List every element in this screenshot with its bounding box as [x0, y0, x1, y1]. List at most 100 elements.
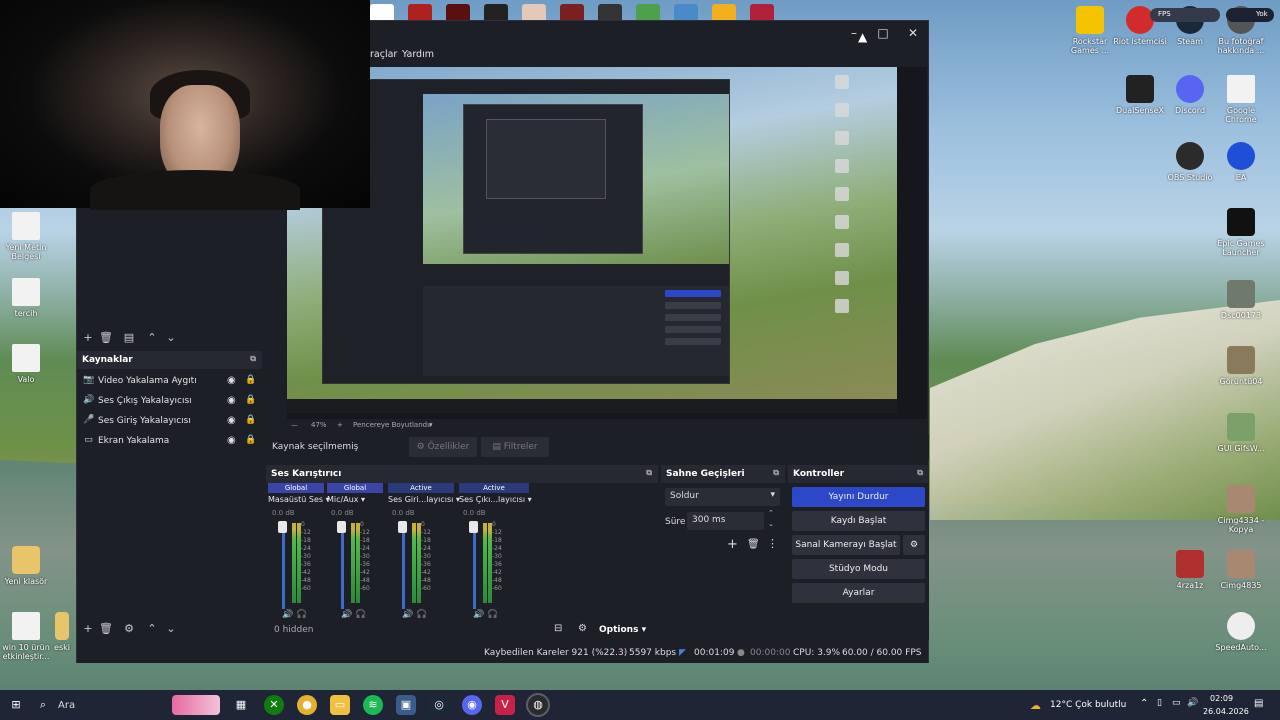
dock-float-icon[interactable]: ⧉ [917, 468, 923, 478]
remove-transition-icon[interactable]: 🗑 [747, 539, 760, 550]
desktop-icon-text-doc[interactable]: Yeni Metin Belgesi [0, 212, 54, 261]
desktop-icon-gui[interactable]: GUI GifsW... [1213, 413, 1269, 453]
desktop-icon-obs[interactable]: OBS Studio [1162, 142, 1218, 182]
dock-float-icon[interactable]: ⧉ [250, 354, 256, 364]
desktop-icon-rockstar[interactable]: Rockstar Games ... [1062, 6, 1118, 55]
more-options-icon[interactable]: ⋮ [767, 537, 778, 550]
add-source-icon[interactable]: + [80, 622, 96, 636]
start-virtual-camera-button[interactable]: Sanal Kamerayı Başlat [792, 535, 900, 555]
zoom-minus-icon[interactable]: — [291, 421, 298, 429]
studio-mode-button[interactable]: Stüdyo Modu [792, 559, 925, 579]
discord-icon[interactable]: ◉ [462, 695, 482, 715]
chrome-icon[interactable]: ● [297, 695, 317, 715]
taskbar-search[interactable]: Ara [58, 700, 75, 711]
dock-float-icon[interactable]: ⧉ [773, 468, 779, 478]
desktop-icon-speedauto[interactable]: SpeedAuto... [1213, 612, 1269, 652]
menu-tools[interactable]: raçlar [370, 49, 397, 60]
search-icon[interactable]: ⌕ [36, 695, 50, 715]
xbox-icon[interactable]: ✕ [264, 695, 284, 715]
move-up-icon[interactable]: ⌃ [144, 622, 160, 636]
desktop-icon-new-folder[interactable]: Yeni klasör [0, 546, 54, 586]
visibility-eye-icon[interactable]: ◉ [227, 395, 236, 406]
desktop-icon-eski[interactable]: eski [44, 612, 80, 652]
visibility-eye-icon[interactable]: ◉ [227, 415, 236, 426]
network-icon[interactable]: ▭ [1172, 698, 1181, 708]
move-up-icon[interactable]: ⌃ [144, 331, 160, 345]
volume-slider[interactable] [473, 523, 476, 609]
desktop-icon-dualsensex[interactable]: DualSenseX [1112, 75, 1168, 115]
visibility-eye-icon[interactable]: ◉ [227, 435, 236, 446]
desktop-icon-chrome[interactable]: Google Chrome [1213, 75, 1269, 124]
chevron-down-icon[interactable]: ▾ [429, 421, 433, 429]
zoom-plus-icon[interactable]: + [337, 421, 343, 429]
clock-time[interactable]: 02:09 [1210, 694, 1233, 703]
close-button[interactable]: ✕ [898, 21, 928, 45]
move-down-icon[interactable]: ⌄ [163, 331, 179, 345]
valorant-icon[interactable]: V [495, 695, 515, 715]
desktop-icon-discord[interactable]: Discord [1162, 75, 1218, 115]
duration-input[interactable]: 300 ms [687, 512, 764, 530]
lock-icon[interactable]: 🔒 [245, 395, 256, 405]
channel-name[interactable]: Ses Çıkı...layıcısı ▾ [459, 495, 532, 504]
preview-canvas[interactable] [287, 67, 927, 419]
desktop-icon-dsc[interactable]: Dsc00173 [1213, 280, 1269, 320]
volume-knob[interactable] [398, 521, 407, 533]
stepper-down-icon[interactable]: ⌄ [768, 520, 774, 528]
volume-icon[interactable]: 🔊 [1187, 698, 1198, 708]
add-scene-icon[interactable]: + [80, 331, 96, 345]
channel-name[interactable]: Ses Giri...layıcısı ▾ [388, 495, 460, 504]
desktop-icon-goruntu[interactable]: Görüntü04 [1213, 346, 1269, 386]
advanced-audio-gear-icon[interactable]: ⚙ [578, 623, 587, 634]
scale-mode-select[interactable]: Pencereye Boyutlandır [353, 421, 432, 429]
lock-icon[interactable]: 🔒 [245, 375, 256, 385]
windows-start-icon[interactable]: ⊞ [6, 695, 26, 715]
properties-button[interactable]: ⚙ Özellikler [409, 437, 477, 457]
desktop-icon-cimg4334[interactable]: Cimg4334 - Kopya [1213, 485, 1269, 534]
desktop-icon-ea[interactable]: EA [1213, 142, 1269, 182]
source-properties-gear-icon[interactable]: ⚙ [121, 622, 137, 636]
mixer-layout-icon[interactable]: ⊟ [554, 623, 562, 634]
maximize-button[interactable]: □ [868, 21, 898, 45]
source-item[interactable]: ▭ Ekran Yakalama ◉ 🔒 [77, 431, 262, 451]
source-item[interactable]: 📷 Video Yakalama Aygıtı ◉ 🔒 [77, 371, 262, 391]
volume-knob[interactable] [469, 521, 478, 533]
desktop-icon-4rza1z[interactable]: 4rza1z [1162, 550, 1218, 590]
remove-source-icon[interactable]: 🗑 [98, 622, 114, 636]
volume-slider[interactable] [341, 523, 344, 609]
weather-text[interactable]: 12°C Çok bulutlu [1050, 700, 1126, 710]
scene-filter-icon[interactable]: ▤ [121, 331, 137, 345]
app-icon[interactable]: ▣ [396, 695, 416, 715]
spotify-icon[interactable]: ≋ [363, 695, 383, 715]
desktop-icon-epic[interactable]: Epic Games Launcher [1213, 208, 1269, 257]
volume-knob[interactable] [278, 521, 287, 533]
filters-button[interactable]: ▤ Filtreler [481, 437, 549, 457]
remove-scene-icon[interactable]: 🗑 [98, 331, 114, 345]
virtual-camera-gear-icon[interactable]: ⚙ [903, 535, 925, 555]
steam-icon[interactable]: ◎ [429, 695, 449, 715]
transition-select[interactable]: Soldur ▾ [665, 488, 780, 506]
desktop-icon-cimg4835[interactable]: Cimg4835 [1213, 550, 1269, 590]
desktop-icon-valo[interactable]: Valo [0, 344, 54, 384]
file-explorer-icon[interactable]: ▭ [330, 695, 350, 715]
source-item[interactable]: 🎤 Ses Giriş Yakalayıcısı ◉ 🔒 [77, 411, 262, 431]
volume-slider[interactable] [282, 523, 285, 609]
task-view-icon[interactable]: ▦ [231, 695, 251, 715]
desktop-icon-tercih[interactable]: tercih [0, 278, 54, 318]
menu-help[interactable]: Yardım [402, 49, 434, 60]
visibility-eye-icon[interactable]: ◉ [227, 375, 236, 386]
add-transition-icon[interactable]: + [727, 537, 738, 552]
volume-knob[interactable] [337, 521, 346, 533]
lock-icon[interactable]: 🔒 [245, 435, 256, 445]
move-down-icon[interactable]: ⌄ [163, 622, 179, 636]
source-item[interactable]: 🔊 Ses Çıkış Yakalayıcısı ◉ 🔒 [77, 391, 262, 411]
channel-name[interactable]: Mic/Aux ▾ [327, 495, 365, 504]
channel-name[interactable]: Masaüstü Ses ▾ [268, 495, 330, 504]
start-recording-button[interactable]: Kaydı Başlat [792, 511, 925, 531]
lock-icon[interactable]: 🔒 [245, 415, 256, 425]
tray-app-icon[interactable]: ▯ [1157, 698, 1162, 708]
obs-icon[interactable]: ◍ [528, 695, 548, 715]
options-button[interactable]: Options ▾ [599, 625, 646, 635]
settings-button[interactable]: Ayarlar [792, 583, 925, 603]
stop-streaming-button[interactable]: Yayını Durdur [792, 487, 925, 507]
dock-float-icon[interactable]: ⧉ [646, 468, 652, 478]
